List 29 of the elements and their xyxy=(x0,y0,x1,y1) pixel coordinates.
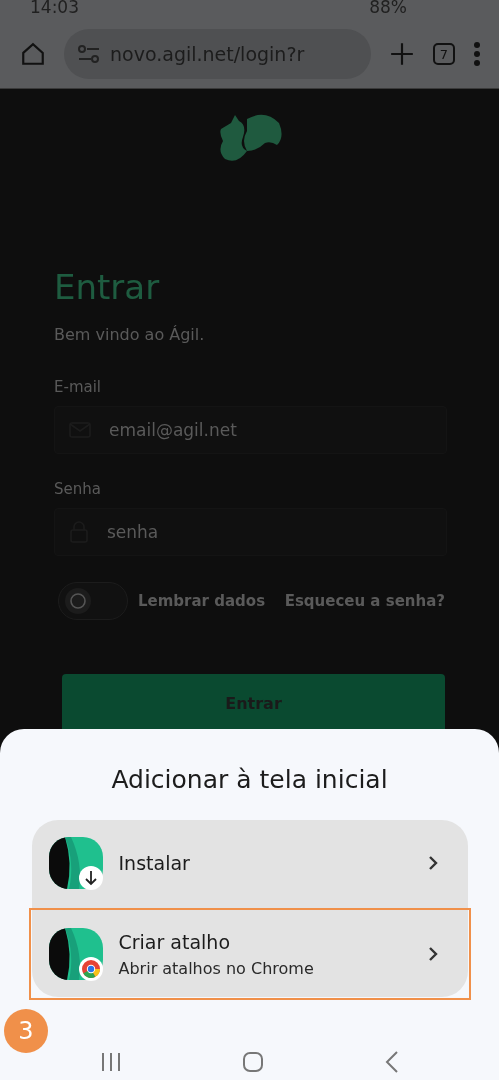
app-icon xyxy=(48,835,105,891)
status-time: 14:03 xyxy=(30,0,79,15)
remember-toggle[interactable] xyxy=(58,582,128,620)
password-field[interactable]: senha xyxy=(54,508,447,556)
option-title: Instalar xyxy=(118,852,191,874)
forgot-password-link[interactable]: Esqueceu a senha? xyxy=(284,592,445,610)
sheet-title: Adicionar à tela inicial xyxy=(111,765,388,794)
page-title: Entrar xyxy=(54,267,161,307)
battery-level: 88% xyxy=(369,0,407,15)
email-field[interactable]: email@agil.net xyxy=(54,406,447,454)
circle-icon xyxy=(69,592,87,610)
chevron-right-icon xyxy=(427,946,438,962)
app-icon xyxy=(48,926,105,982)
chevron-right-icon xyxy=(427,855,438,871)
option-subtitle: Abrir atalhos no Chrome xyxy=(118,958,315,978)
field-label: Senha xyxy=(54,480,102,498)
remember-label: Lembrar dados xyxy=(138,592,267,610)
site-settings-icon[interactable] xyxy=(78,45,100,63)
back-icon[interactable] xyxy=(384,1051,399,1073)
recent-apps-icon[interactable] xyxy=(100,1052,123,1072)
welcome-text: Bem vindo ao Ágil. xyxy=(54,325,206,344)
option-title: Criar atalho xyxy=(118,930,232,953)
email-input[interactable]: email@agil.net xyxy=(107,419,432,441)
sheet-option[interactable]: Criar atalho Abrir atalhos no Chrome xyxy=(31,911,468,997)
sheet-option[interactable]: Instalar xyxy=(31,820,468,906)
home-icon[interactable] xyxy=(242,1051,265,1073)
password-input[interactable]: senha xyxy=(105,521,432,543)
field-label: E-mail xyxy=(54,378,103,396)
tab-switcher[interactable]: 7 xyxy=(433,43,455,65)
